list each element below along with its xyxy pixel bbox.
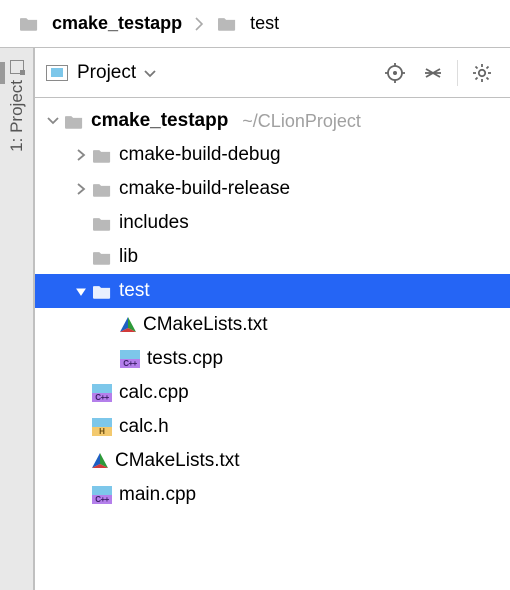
- folder-icon: [216, 16, 238, 31]
- tree-node-label: CMakeLists.txt: [115, 450, 240, 472]
- separator: [457, 60, 458, 86]
- tool-tab-project[interactable]: 1: Project: [5, 60, 29, 152]
- cpp-file-icon: C++: [91, 486, 113, 504]
- tree-node[interactable]: test: [35, 274, 510, 308]
- tree-node-project-root[interactable]: cmake_testapp ~/CLionProject: [35, 104, 510, 138]
- tree-node[interactable]: includes: [35, 206, 510, 240]
- expand-arrow-icon[interactable]: [71, 149, 91, 161]
- folder-icon: [91, 216, 113, 231]
- cpp-file-icon: C++: [119, 350, 141, 368]
- breadcrumb-item-test[interactable]: test: [210, 11, 285, 36]
- folder-icon: [91, 182, 113, 197]
- breadcrumb-label: test: [250, 13, 279, 34]
- tree-node-path-hint: ~/CLionProject: [242, 111, 361, 132]
- active-tab-marker: [0, 62, 5, 84]
- expand-arrow-icon[interactable]: [43, 115, 63, 127]
- collapse-all-button[interactable]: [419, 59, 447, 87]
- tree-node[interactable]: C++ calc.cpp: [35, 376, 510, 410]
- folder-icon: [91, 250, 113, 265]
- breadcrumb-bar: cmake_testapp test: [0, 0, 510, 48]
- view-name: Project: [77, 62, 136, 84]
- tree-node-label: test: [119, 280, 150, 302]
- breadcrumb-item-root[interactable]: cmake_testapp: [12, 11, 188, 36]
- folder-icon: [18, 16, 40, 31]
- settings-button[interactable]: [468, 59, 496, 87]
- folder-icon: [91, 148, 113, 163]
- breadcrumb-label: cmake_testapp: [52, 13, 182, 34]
- tree-node[interactable]: Hcalc.h: [35, 410, 510, 444]
- project-view-icon: [45, 64, 69, 82]
- tree-node-label: cmake-build-debug: [119, 144, 281, 166]
- tree-node-label: cmake-build-release: [119, 178, 290, 200]
- tree-node-label: calc.cpp: [119, 382, 189, 404]
- locate-target-button[interactable]: [381, 59, 409, 87]
- tree-node-label: CMakeLists.txt: [143, 314, 268, 336]
- tree-node[interactable]: lib: [35, 240, 510, 274]
- tree-node-label: main.cpp: [119, 484, 196, 506]
- project-tab-icon: [10, 60, 24, 74]
- tool-tab-label: 1: Project: [7, 80, 27, 152]
- cmake-icon: [119, 316, 137, 334]
- tree-node[interactable]: CMakeLists.txt: [35, 308, 510, 342]
- folder-icon: [91, 284, 113, 299]
- folder-icon: [63, 114, 85, 129]
- cmake-icon: [91, 452, 109, 470]
- tree-node-label: lib: [119, 246, 138, 268]
- cpp-file-icon: C++: [91, 384, 113, 402]
- view-selector[interactable]: Project: [45, 62, 156, 84]
- tree-node[interactable]: cmake-build-debug: [35, 138, 510, 172]
- expand-arrow-icon[interactable]: [71, 285, 91, 297]
- tree-node-label: cmake_testapp: [91, 110, 228, 132]
- chevron-down-icon: [144, 62, 156, 83]
- chevron-right-icon: [194, 17, 204, 31]
- header-file-icon: H: [91, 418, 113, 436]
- tree-node[interactable]: CMakeLists.txt: [35, 444, 510, 478]
- tree-node-label: tests.cpp: [147, 348, 223, 370]
- tree-node[interactable]: C++ tests.cpp: [35, 342, 510, 376]
- tree-node-label: calc.h: [119, 416, 169, 438]
- tool-tab-strip: 1: Project: [0, 48, 34, 590]
- tree-node[interactable]: cmake-build-release: [35, 172, 510, 206]
- project-panel: Project: [34, 48, 510, 590]
- expand-arrow-icon[interactable]: [71, 183, 91, 195]
- tree-node-label: includes: [119, 212, 189, 234]
- tree-node[interactable]: C++ main.cpp: [35, 478, 510, 512]
- project-panel-header: Project: [35, 48, 510, 98]
- project-tree[interactable]: cmake_testapp ~/CLionProject cmake-build…: [35, 98, 510, 590]
